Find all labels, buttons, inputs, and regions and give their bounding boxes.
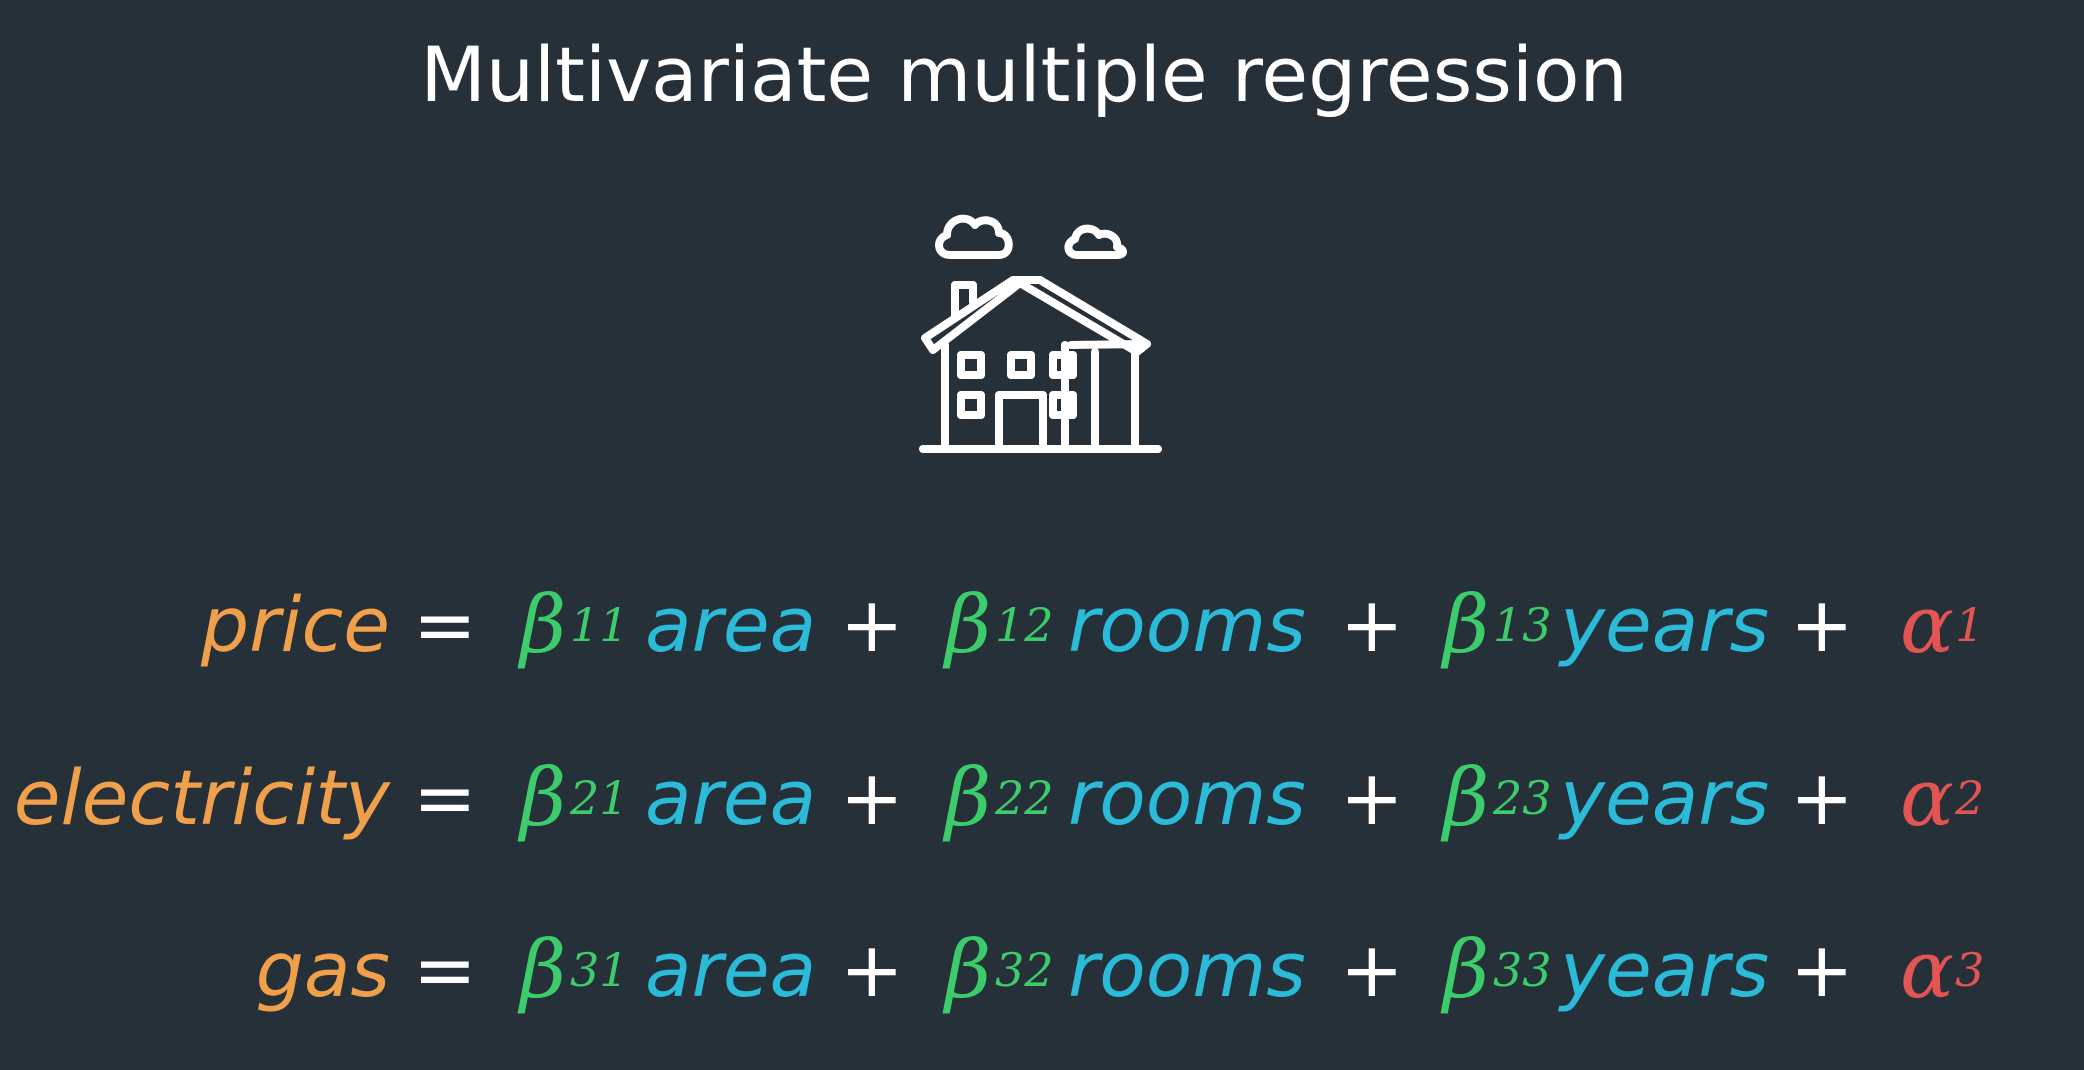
target-variable: price [200,580,390,669]
beta-subscript: 32 [995,943,1054,997]
feature-area: area [645,925,817,1014]
target-variable: electricity [13,753,390,842]
beta-subscript: 21 [570,771,629,825]
equation-row: electricity = β 21 area + β 22 rooms + β… [0,728,2084,868]
beta-symbol: β [520,923,567,1016]
feature-years: years [1560,580,1770,669]
alpha-subscript: 1 [1955,598,1985,652]
beta-symbol: β [945,923,992,1016]
equation-row: price = β 11 area + β 12 rooms + β 13 ye… [0,555,2084,695]
feature-area: area [645,580,817,669]
beta-subscript: 22 [995,771,1054,825]
beta-symbol: β [520,751,567,844]
beta-symbol: β [520,578,567,671]
plus-sign: + [1790,753,1854,842]
beta-subscript: 12 [995,598,1054,652]
beta-symbol: β [945,751,992,844]
beta-symbol: β [1443,751,1490,844]
slide: Multivariate multiple regression price =… [0,0,2084,1070]
plus-sign: + [840,753,904,842]
plus-sign: + [1790,925,1854,1014]
beta-subscript: 11 [570,598,629,652]
beta-subscript: 33 [1493,943,1552,997]
plus-sign: + [1340,925,1404,1014]
equals-sign: = [413,580,477,669]
feature-years: years [1560,753,1770,842]
plus-sign: + [840,925,904,1014]
plus-sign: + [1790,580,1854,669]
equals-sign: = [413,925,477,1014]
beta-symbol: β [1443,923,1490,1016]
house-icon [919,214,1162,453]
slide-title: Multivariate multiple regression [420,30,1628,119]
beta-symbol: β [945,578,992,671]
equation-row: gas = β 31 area + β 32 rooms + β 33 year… [0,900,2084,1040]
plus-sign: + [1340,580,1404,669]
alpha-symbol: α [1900,578,1955,671]
plus-sign: + [1340,753,1404,842]
target-variable: gas [255,925,390,1014]
beta-symbol: β [1443,578,1490,671]
alpha-subscript: 2 [1955,771,1985,825]
feature-rooms: rooms [1068,925,1306,1014]
equals-sign: = [413,753,477,842]
beta-subscript: 31 [570,943,629,997]
beta-subscript: 23 [1493,771,1552,825]
plus-sign: + [840,580,904,669]
alpha-symbol: α [1900,751,1955,844]
feature-rooms: rooms [1068,753,1306,842]
feature-area: area [645,753,817,842]
alpha-subscript: 3 [1955,943,1985,997]
beta-subscript: 13 [1493,598,1552,652]
feature-rooms: rooms [1068,580,1306,669]
feature-years: years [1560,925,1770,1014]
alpha-symbol: α [1900,923,1955,1016]
